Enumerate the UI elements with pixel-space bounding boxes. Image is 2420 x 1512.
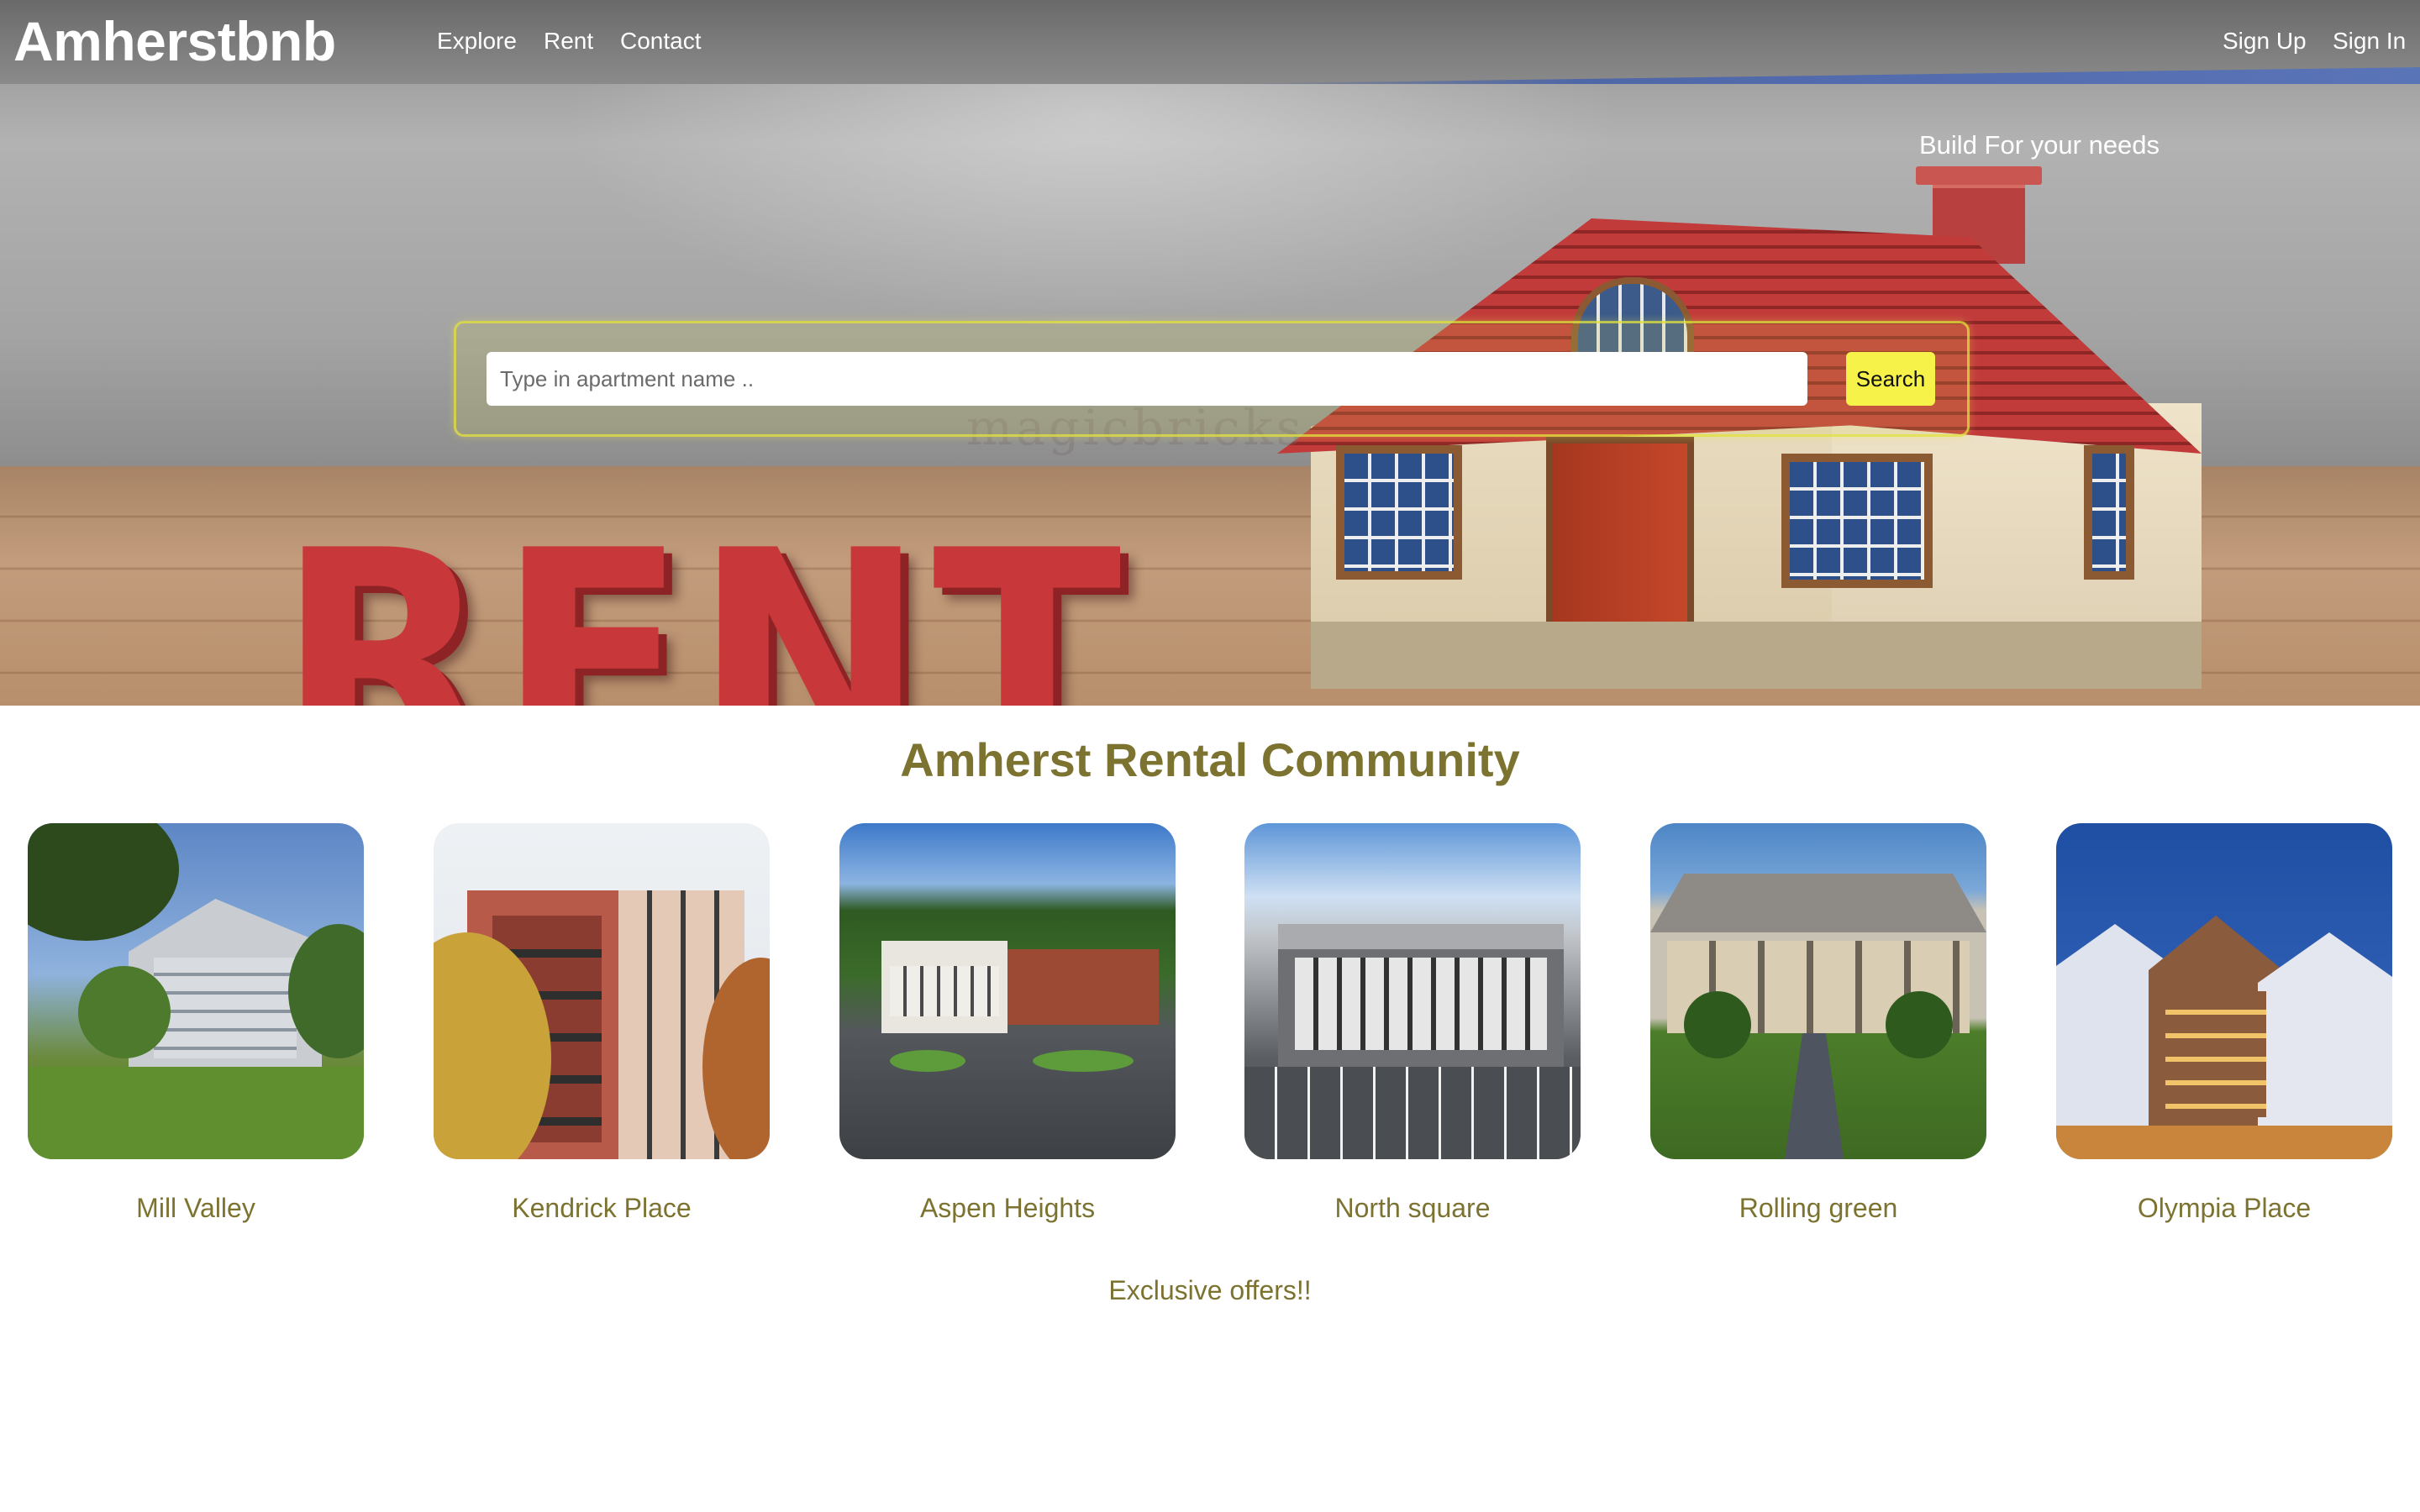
listing-card-north-square[interactable]: North square [1244, 823, 1581, 1225]
listing-name[interactable]: Rolling green [1650, 1191, 1986, 1225]
listing-name[interactable]: North square [1244, 1191, 1581, 1225]
listing-card-aspen-heights[interactable]: Aspen Heights [839, 823, 1176, 1225]
page: RENT magicbricks Build For your needs Se… [0, 0, 2420, 1512]
hero-rent-letters: RENT [277, 488, 1128, 706]
listing-photo[interactable] [1244, 823, 1581, 1159]
nav-link-explore[interactable]: Explore [437, 27, 517, 55]
nav-link-rent[interactable]: Rent [544, 27, 593, 55]
brand-logo[interactable]: Amherstbnb [13, 10, 336, 72]
listing-card-kendrick-place[interactable]: Kendrick Place [434, 823, 770, 1225]
listing-card-rolling-green[interactable]: Rolling green [1650, 823, 1986, 1225]
listing-photo[interactable] [2056, 823, 2392, 1159]
listing-name[interactable]: Olympia Place [2056, 1191, 2392, 1225]
house-window [1781, 454, 1933, 588]
listing-name[interactable]: Aspen Heights [839, 1191, 1176, 1225]
nav-link-contact[interactable]: Contact [620, 27, 702, 55]
listing-name[interactable]: Kendrick Place [434, 1191, 770, 1225]
search-input[interactable] [487, 352, 1807, 406]
listing-photo[interactable] [839, 823, 1176, 1159]
listing-photo[interactable] [1650, 823, 1986, 1159]
top-navbar: Amherstbnb Explore Rent Contact Sign Up … [0, 0, 2420, 84]
house-base [1311, 622, 2202, 689]
hero-banner: RENT magicbricks Build For your needs Se… [0, 0, 2420, 706]
search-panel: Search [454, 321, 1970, 437]
exclusive-offers-link[interactable]: Exclusive offers!! [0, 1275, 2420, 1306]
house-chimney-cap [1916, 166, 2042, 185]
listing-photo[interactable] [434, 823, 770, 1159]
house-window [2084, 445, 2134, 580]
sign-in-link[interactable]: Sign In [2333, 27, 2406, 55]
nav-accent-stripe [1218, 67, 2420, 84]
listing-photo[interactable] [28, 823, 364, 1159]
search-button[interactable]: Search [1846, 352, 1935, 406]
listing-card-mill-valley[interactable]: Mill Valley [28, 823, 364, 1225]
sign-up-link[interactable]: Sign Up [2223, 27, 2307, 55]
community-title: Amherst Rental Community [900, 733, 1520, 786]
listing-card-olympia-place[interactable]: Olympia Place [2056, 823, 2392, 1225]
listing-name[interactable]: Mill Valley [28, 1191, 364, 1225]
house-window [1336, 445, 1462, 580]
hero-tagline: Build For your needs [1919, 130, 2160, 160]
house-door [1546, 437, 1694, 643]
